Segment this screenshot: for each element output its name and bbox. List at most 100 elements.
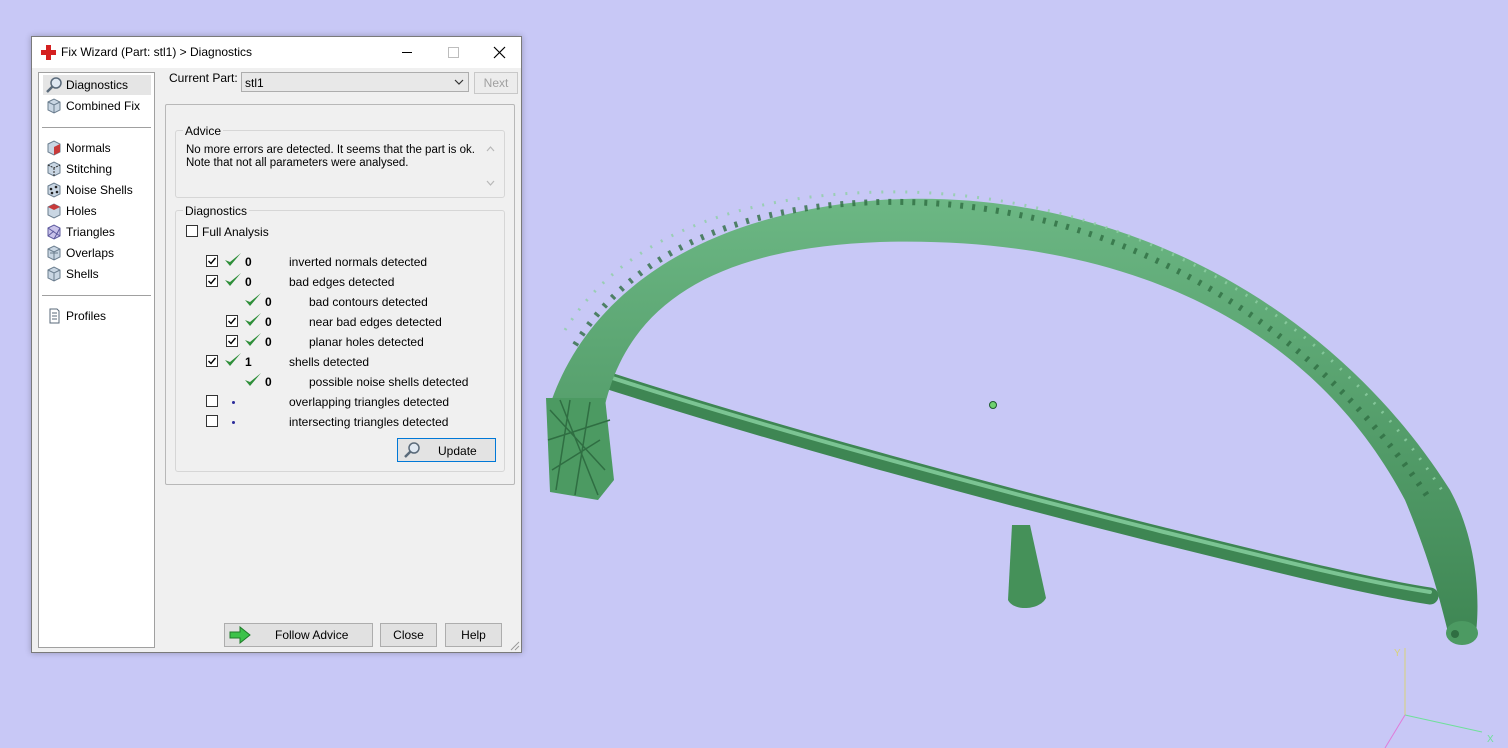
checkmark-icon [228, 317, 237, 325]
green-arrow-icon [229, 626, 251, 644]
sidebar-divider [42, 127, 151, 128]
sidebar-item-label: Normals [66, 141, 111, 155]
sidebar-item-label: Shells [66, 267, 99, 281]
shells-checkbox[interactable] [206, 355, 218, 367]
maximize-icon [448, 47, 459, 58]
near-bad-edges-label: near bad edges detected [309, 315, 442, 329]
stitching-cube-icon [47, 161, 61, 177]
update-label: Update [438, 444, 477, 458]
green-check-icon [245, 313, 261, 326]
holes-cube-icon [47, 203, 61, 219]
red-cross-icon [41, 45, 56, 60]
maximize-button[interactable] [430, 37, 476, 68]
sidebar-item-label: Holes [66, 204, 97, 218]
checkmark-icon [228, 337, 237, 345]
next-button[interactable]: Next [474, 72, 518, 94]
checkmark-icon [208, 357, 217, 365]
advice-scrollbar[interactable] [484, 143, 497, 189]
right-end-cap [1446, 621, 1478, 645]
magnifier-icon [404, 442, 420, 458]
support-stem [1008, 525, 1046, 609]
close-button[interactable]: Close [380, 623, 437, 647]
fix-wizard-window: Fix Wizard (Part: stl1) > Diagnostics Di… [31, 36, 522, 653]
inverted-normals-checkbox[interactable] [206, 255, 218, 267]
planar-holes-label: planar holes detected [309, 335, 424, 349]
full-analysis-checkbox[interactable] [186, 225, 198, 237]
intersecting-triangles-checkbox[interactable] [206, 415, 218, 427]
x-axis-label: X [1487, 734, 1494, 745]
sidebar-item-combined-fix[interactable]: Combined Fix [43, 96, 151, 116]
sidebar-divider [42, 295, 151, 296]
green-check-icon [225, 273, 241, 286]
checkmark-icon [208, 257, 217, 265]
near-bad-edges-checkbox[interactable] [226, 315, 238, 327]
advice-group: Advice No more errors are detected. It s… [175, 124, 505, 198]
overlapping-triangles-label: overlapping triangles detected [289, 395, 450, 409]
minimize-icon [402, 52, 412, 53]
noise-shells-icon [47, 182, 61, 198]
bad-edges-label: bad edges detected [289, 275, 395, 289]
sidebar-item-label: Overlaps [66, 246, 115, 260]
intersecting-triangles-label: intersecting triangles detected [289, 415, 449, 429]
sidebar-item-label: Profiles [66, 309, 107, 323]
sidebar-item-noise-shells[interactable]: Noise Shells [43, 180, 151, 200]
diagnostics-group: Diagnostics Full Analysis 0 inverted nor… [175, 204, 505, 472]
current-part-select[interactable]: stl1 [241, 72, 469, 92]
minimize-button[interactable] [384, 37, 430, 68]
pending-dot [232, 421, 235, 424]
near-bad-edges-count: 0 [265, 315, 272, 329]
help-button[interactable]: Help [445, 623, 502, 647]
inverted-normals-count: 0 [245, 255, 252, 269]
full-analysis-label: Full Analysis [202, 225, 269, 239]
sidebar-item-triangles[interactable]: Triangles [43, 222, 151, 242]
document-icon [49, 308, 60, 324]
advice-text: No more errors are detected. It seems th… [186, 144, 475, 169]
sidebar-item-diagnostics[interactable]: Diagnostics [43, 75, 151, 95]
bad-contours-label: bad contours detected [309, 295, 428, 309]
right-end-hole [1451, 630, 1459, 638]
cube-icon [47, 98, 61, 114]
close-window-button[interactable] [476, 37, 522, 68]
sidebar-item-label: Noise Shells [66, 183, 133, 197]
follow-advice-button[interactable]: Follow Advice [224, 623, 373, 647]
planar-holes-count: 0 [265, 335, 272, 349]
green-check-icon [225, 353, 241, 366]
green-check-icon [225, 253, 241, 266]
magnifier-icon [46, 77, 62, 93]
update-button[interactable]: Update [397, 438, 496, 462]
y-axis-label: Y [1394, 648, 1401, 659]
resize-grip-icon[interactable] [508, 639, 520, 651]
pivot-point[interactable] [989, 401, 997, 409]
sidebar-item-label: Stitching [66, 162, 113, 176]
green-check-icon [245, 333, 261, 346]
chevron-down-icon [454, 79, 464, 85]
close-icon [493, 46, 506, 59]
normals-cube-icon [47, 140, 61, 156]
triangles-cube-icon [47, 224, 61, 240]
green-check-icon [245, 293, 261, 306]
sidebar-item-label: Combined Fix [66, 99, 141, 113]
sidebar-item-profiles[interactable]: Profiles [43, 306, 151, 326]
bad-contours-count: 0 [265, 295, 272, 309]
window-title: Fix Wizard (Part: stl1) > Diagnostics [61, 45, 253, 59]
inverted-normals-label: inverted normals detected [289, 255, 428, 269]
pending-dot [232, 401, 235, 404]
overlapping-triangles-checkbox[interactable] [206, 395, 218, 407]
x-axis-line [1404, 714, 1483, 733]
checkmark-icon [208, 277, 217, 285]
sidebar-item-stitching[interactable]: Stitching [43, 159, 151, 179]
sidebar-item-holes[interactable]: Holes [43, 201, 151, 221]
sidebar-item-shells[interactable]: Shells [43, 264, 151, 284]
current-part-label: Current Part: [169, 71, 238, 85]
diagnostics-panel: Advice No more errors are detected. It s… [165, 104, 515, 485]
title-bar[interactable]: Fix Wizard (Part: stl1) > Diagnostics [32, 37, 521, 68]
sidebar-item-overlaps[interactable]: Overlaps [43, 243, 151, 263]
sidebar-item-label: Triangles [66, 225, 115, 239]
bad-edges-checkbox[interactable] [206, 275, 218, 287]
noise-shells-label: possible noise shells detected [309, 375, 469, 389]
green-check-icon [245, 373, 261, 386]
sidebar-item-normals[interactable]: Normals [43, 138, 151, 158]
wizard-sidebar: Diagnostics Combined Fix Normals Stitchi… [38, 72, 155, 648]
planar-holes-checkbox[interactable] [226, 335, 238, 347]
advice-title: Advice [183, 124, 224, 138]
